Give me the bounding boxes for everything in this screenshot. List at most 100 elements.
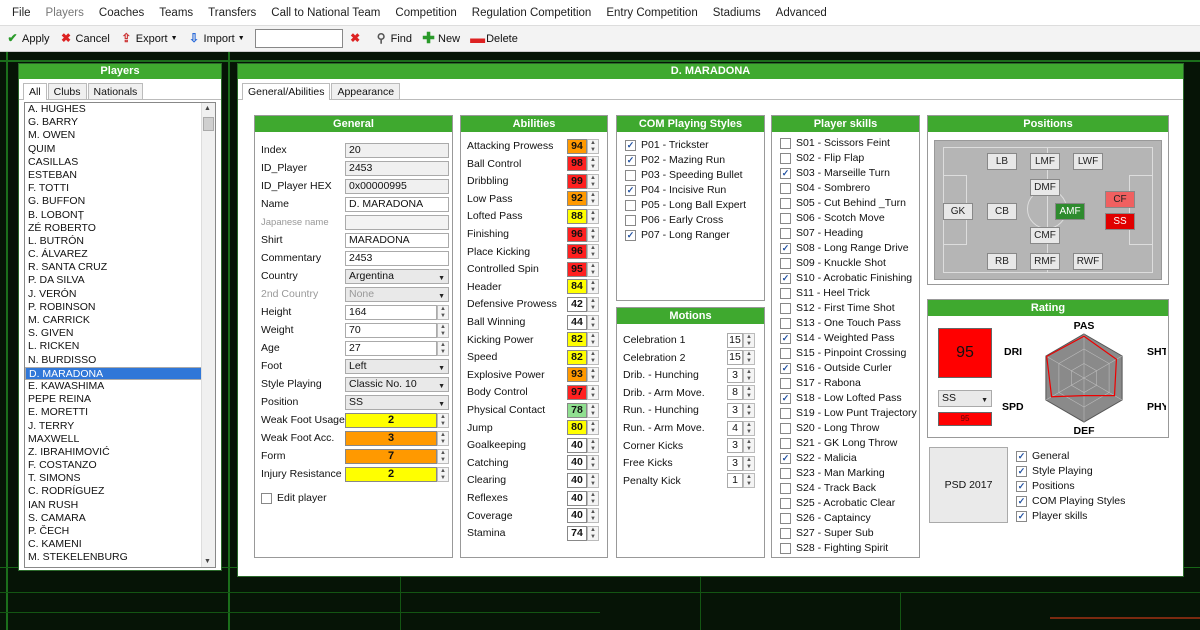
ability-spinner[interactable]: ▲ ▼ xyxy=(587,508,599,524)
skill-item[interactable]: ✓ S08 - Long Range Drive xyxy=(780,241,909,255)
country2-select[interactable]: None xyxy=(345,286,449,303)
position-rmf[interactable]: RMF xyxy=(1030,253,1060,270)
skill-item[interactable]: S13 - One Touch Pass xyxy=(780,316,901,330)
ability-value[interactable]: 40 xyxy=(567,472,587,488)
scroll-down-icon[interactable]: ▼ xyxy=(204,558,211,565)
ability-value[interactable]: 97 xyxy=(567,384,587,400)
ability-spinner[interactable]: ▲ ▼ xyxy=(587,332,599,348)
ability-value[interactable]: 99 xyxy=(567,173,587,189)
com-style-item[interactable]: ✓ P07 - Long Ranger xyxy=(625,228,730,242)
com-style-checkbox[interactable]: ✓ xyxy=(625,229,636,241)
player-list-item[interactable]: F. COSTANZO xyxy=(25,459,215,472)
injury-spinner[interactable]: ▲ ▼ xyxy=(437,466,449,482)
foot-select[interactable]: Left xyxy=(345,358,449,375)
motion-spinner[interactable]: ▲ ▼ xyxy=(743,385,755,401)
skill-checkbox[interactable] xyxy=(780,497,791,509)
delete-button[interactable]: ▬ Delete xyxy=(470,31,518,46)
tab-clubs[interactable]: Clubs xyxy=(47,83,87,99)
motion-value[interactable]: 3 xyxy=(727,438,743,454)
injury-field[interactable]: 2 xyxy=(345,466,437,482)
player-list-item[interactable]: ZÉ ROBERTO xyxy=(25,222,215,235)
cancel-button[interactable]: ✖ Cancel xyxy=(60,32,110,45)
menu-item-teams[interactable]: Teams xyxy=(159,7,193,19)
export-option-checkbox[interactable]: ✓ xyxy=(1016,465,1027,477)
style-select[interactable]: Classic No. 10 xyxy=(345,376,449,393)
skill-item[interactable]: S23 - Man Marking xyxy=(780,466,885,480)
ability-value[interactable]: 98 xyxy=(567,156,587,172)
ability-spinner[interactable]: ▲ ▼ xyxy=(587,173,599,189)
ability-value[interactable]: 42 xyxy=(567,296,587,312)
ability-value[interactable]: 93 xyxy=(567,367,587,383)
age-spinner[interactable]: ▲ ▼ xyxy=(437,340,449,356)
motion-spinner[interactable]: ▲ ▼ xyxy=(743,455,755,471)
motion-value[interactable]: 4 xyxy=(727,420,743,436)
com-style-checkbox[interactable]: ✓ xyxy=(625,154,636,166)
weak-acc-field[interactable]: 3 xyxy=(345,430,437,446)
ability-value[interactable]: 92 xyxy=(567,191,587,207)
motion-value[interactable]: 1 xyxy=(727,473,743,489)
player-list-item[interactable]: S. GIVEN xyxy=(25,327,215,340)
ability-spinner[interactable]: ▲ ▼ xyxy=(587,367,599,383)
com-style-checkbox[interactable]: ✓ xyxy=(625,139,636,151)
ability-spinner[interactable]: ▲ ▼ xyxy=(587,296,599,312)
commentary-field[interactable]: 2453 xyxy=(345,250,449,266)
position-dmf[interactable]: DMF xyxy=(1030,179,1060,196)
skill-item[interactable]: ✓ S10 - Acrobatic Finishing xyxy=(780,271,912,285)
export-option-checkbox[interactable]: ✓ xyxy=(1016,450,1027,462)
player-list-item[interactable]: S. CAMARA xyxy=(25,512,215,525)
skill-checkbox[interactable] xyxy=(780,227,791,239)
position-select[interactable]: SS xyxy=(345,394,449,411)
skill-item[interactable]: S05 - Cut Behind _Turn xyxy=(780,196,906,210)
player-list-item[interactable]: J. TERRY xyxy=(25,420,215,433)
motion-spinner[interactable]: ▲ ▼ xyxy=(743,350,755,366)
player-list-item[interactable]: P. ČECH xyxy=(25,525,215,538)
menu-item-competition[interactable]: Competition xyxy=(395,7,456,19)
player-list-item[interactable]: C. RODRÍGUEZ xyxy=(25,485,215,498)
player-list-item[interactable]: T. SIMONS xyxy=(25,472,215,485)
new-button[interactable]: ✚ New xyxy=(422,31,460,46)
player-list-item[interactable]: L. RICKEN xyxy=(25,340,215,353)
menu-item-stadiums[interactable]: Stadiums xyxy=(713,7,761,19)
player-list-item[interactable]: IAN RUSH xyxy=(25,499,215,512)
shirt-field[interactable]: MARADONA xyxy=(345,232,449,248)
menu-item-players[interactable]: Players xyxy=(46,7,84,19)
skill-item[interactable]: S25 - Acrobatic Clear xyxy=(780,496,895,510)
ability-value[interactable]: 95 xyxy=(567,261,587,277)
player-list-item[interactable]: D. MARADONA xyxy=(25,366,215,383)
position-cb[interactable]: CB xyxy=(987,203,1017,220)
skill-checkbox[interactable] xyxy=(780,527,791,539)
skill-checkbox[interactable] xyxy=(780,437,791,449)
player-list-item[interactable]: G. BARRY xyxy=(25,116,215,129)
ability-value[interactable]: 78 xyxy=(567,402,587,418)
ability-value[interactable]: 84 xyxy=(567,279,587,295)
country-select[interactable]: Argentina xyxy=(345,268,449,285)
ability-spinner[interactable]: ▲ ▼ xyxy=(587,226,599,242)
export-option-item[interactable]: ✓ Style Playing xyxy=(1016,464,1093,478)
tab-general-abilities[interactable]: General/Abilities xyxy=(242,83,331,100)
weight-spinner[interactable]: ▲ ▼ xyxy=(437,322,449,338)
ability-spinner[interactable]: ▲ ▼ xyxy=(587,244,599,260)
skill-item[interactable]: S21 - GK Long Throw xyxy=(780,436,897,450)
motion-value[interactable]: 8 xyxy=(727,385,743,401)
skill-item[interactable]: ✓ S03 - Marseille Turn xyxy=(780,166,890,180)
skill-checkbox[interactable] xyxy=(780,422,791,434)
com-style-item[interactable]: P05 - Long Ball Expert xyxy=(625,198,746,212)
ability-value[interactable]: 96 xyxy=(567,226,587,242)
player-list-item[interactable]: J. VERÓN xyxy=(25,288,215,301)
skill-checkbox[interactable] xyxy=(780,317,791,329)
player-list-item[interactable]: QUIM xyxy=(25,143,215,156)
export-button[interactable]: ⇪ Export ▼ xyxy=(120,32,177,45)
weak-acc-spinner[interactable]: ▲ ▼ xyxy=(437,430,449,446)
export-option-checkbox[interactable]: ✓ xyxy=(1016,495,1027,507)
ability-value[interactable]: 40 xyxy=(567,455,587,471)
position-lmf[interactable]: LMF xyxy=(1030,153,1060,170)
ability-spinner[interactable]: ▲ ▼ xyxy=(587,349,599,365)
ability-spinner[interactable]: ▲ ▼ xyxy=(587,402,599,418)
skill-checkbox[interactable] xyxy=(780,302,791,314)
com-style-checkbox[interactable]: ✓ xyxy=(625,184,636,196)
clear-search-button[interactable]: ✖ xyxy=(349,32,365,45)
skill-item[interactable]: ✓ S18 - Low Lofted Pass xyxy=(780,391,902,405)
ability-spinner[interactable]: ▲ ▼ xyxy=(587,138,599,154)
ability-value[interactable]: 40 xyxy=(567,508,587,524)
id-hex-field[interactable]: 0x00000995 xyxy=(345,178,449,194)
